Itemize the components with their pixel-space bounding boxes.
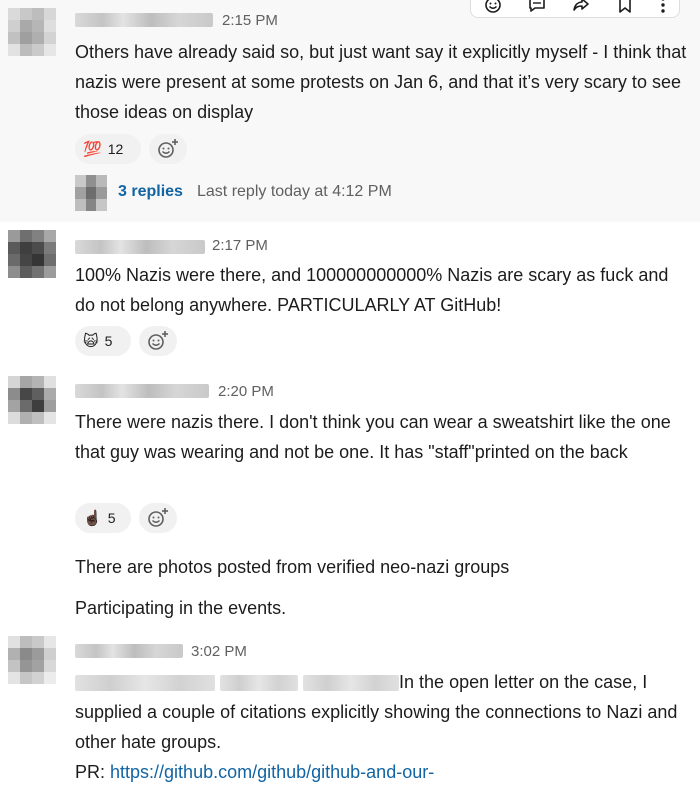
author-name[interactable] bbox=[75, 13, 213, 27]
share-icon[interactable] bbox=[571, 0, 591, 15]
thread-replies-link[interactable]: 3 replies bbox=[118, 183, 183, 201]
timestamp[interactable]: 3:02 PM bbox=[191, 643, 247, 660]
more-actions-icon[interactable] bbox=[659, 0, 667, 15]
message-text: In the open letter on the case, I suppli… bbox=[75, 667, 690, 787]
message-4[interactable]: 3:02 PM In the open letter on the case, … bbox=[0, 630, 700, 787]
thread-last-reply: Last reply today at 4:12 PM bbox=[197, 183, 392, 200]
pr-link[interactable]: https://github.com/github/github-and-our… bbox=[110, 762, 434, 782]
reactions-bar: 🙀 5 bbox=[75, 326, 275, 358]
message-text-part-1: In the open letter on the case, bbox=[399, 672, 638, 692]
followup-message-1: There are photos posted from verified ne… bbox=[75, 557, 510, 577]
author-name[interactable] bbox=[75, 644, 183, 658]
reactions-bar: 💯 12 bbox=[75, 134, 275, 166]
message-text: 100% Nazis were there, and 100000000000%… bbox=[75, 265, 669, 315]
mention-blur[interactable] bbox=[220, 675, 299, 692]
mention-blur[interactable] bbox=[75, 675, 215, 692]
avatar[interactable] bbox=[8, 376, 56, 424]
reaction-count: 12 bbox=[107, 141, 124, 157]
add-emoji-icon bbox=[148, 331, 168, 350]
message-2[interactable]: 2:17 PM 100% Nazis were there, and 10000… bbox=[0, 222, 700, 362]
add-emoji-icon bbox=[158, 139, 178, 158]
message-text: There were nazis there. I don't think yo… bbox=[75, 412, 671, 462]
add-emoji-icon bbox=[148, 508, 168, 527]
reaction-100[interactable]: 💯 12 bbox=[75, 134, 141, 164]
message-3[interactable]: 2:20 PM There were nazis there. I don't … bbox=[0, 362, 700, 630]
add-reaction-button[interactable] bbox=[139, 503, 177, 533]
mention-blur[interactable] bbox=[303, 675, 400, 692]
avatar[interactable] bbox=[8, 636, 56, 684]
followup-message-2: Participating in the events. bbox=[75, 598, 287, 618]
point-up-emoji-icon: ☝🏿 bbox=[83, 510, 102, 527]
pr-label: PR: bbox=[75, 762, 111, 782]
timestamp[interactable]: 2:20 PM bbox=[218, 383, 274, 400]
message-1[interactable]: 2:15 PM Others have already said so, but… bbox=[0, 0, 700, 222]
author-name[interactable] bbox=[75, 384, 209, 398]
thread-summary[interactable]: 3 replies Last reply today at 4:12 PM bbox=[75, 175, 475, 211]
emoji-icon[interactable] bbox=[483, 0, 503, 15]
hundred-points-emoji-icon: 💯 bbox=[83, 141, 102, 158]
add-reaction-button[interactable] bbox=[139, 326, 177, 356]
reaction-point-up[interactable]: ☝🏿 5 bbox=[75, 503, 131, 533]
avatar[interactable] bbox=[8, 8, 56, 56]
reactions-bar: ☝🏿 5 bbox=[75, 503, 275, 535]
weary-cat-emoji-icon: 🙀 bbox=[83, 333, 99, 350]
reaction-weary-cat[interactable]: 🙀 5 bbox=[75, 326, 131, 356]
reaction-count: 5 bbox=[107, 510, 116, 526]
add-reaction-button[interactable] bbox=[149, 134, 187, 164]
message-actions-toolbar bbox=[470, 0, 680, 18]
timestamp[interactable]: 2:15 PM bbox=[222, 12, 278, 29]
message-text: Others have already said so, but just wa… bbox=[75, 42, 687, 122]
avatar[interactable] bbox=[8, 230, 56, 278]
message-pane: 2:15 PM Others have already said so, but… bbox=[0, 0, 700, 787]
thread-participant-avatar bbox=[75, 175, 107, 211]
timestamp[interactable]: 2:17 PM bbox=[212, 237, 268, 254]
author-name[interactable] bbox=[75, 240, 205, 254]
reaction-count: 5 bbox=[104, 333, 113, 349]
bookmark-icon[interactable] bbox=[615, 0, 635, 15]
reply-in-thread-icon[interactable] bbox=[527, 0, 547, 15]
